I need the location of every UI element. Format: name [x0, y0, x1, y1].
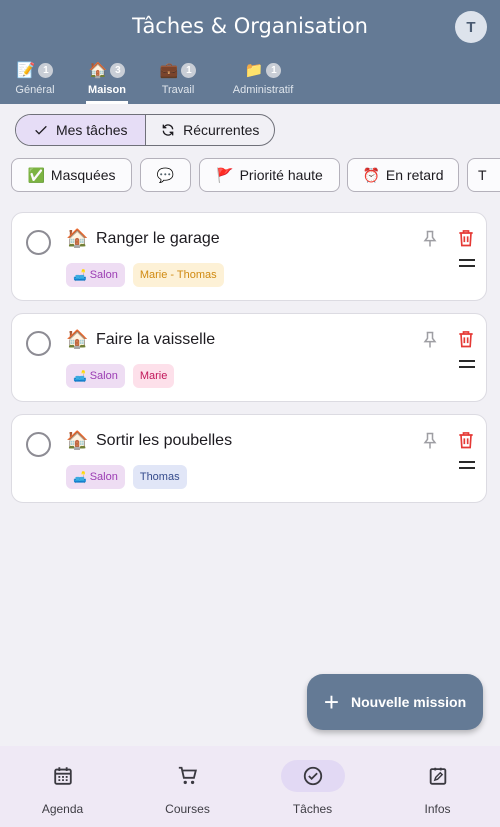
tab-label: Administratif [232, 84, 294, 96]
assignee-tag: Thomas [132, 465, 187, 489]
check-circle-icon [303, 766, 322, 786]
fab-label: Nouvelle mission [351, 694, 467, 710]
couch-icon: 🛋️ [73, 471, 87, 484]
task-view-toggle: Mes tâches Récurrentes [15, 114, 275, 146]
recurrentes-segment[interactable]: Récurrentes [144, 115, 275, 145]
nav-label: Courses [165, 802, 210, 816]
task-card[interactable]: 🏠 Faire la vaisselle 🛋️ Salon Marie [11, 313, 487, 402]
pin-icon[interactable] [420, 431, 440, 451]
repeat-icon [162, 124, 174, 136]
filter-en-retard[interactable]: ⏰ En retard [347, 158, 459, 192]
drag-handle-icon[interactable] [459, 461, 475, 469]
task-title: Faire la vaisselle [96, 331, 216, 348]
nav-label: Agenda [41, 802, 84, 816]
folder-icon: 📁 [244, 61, 264, 79]
assignee-tag: Marie - Thomas [132, 263, 224, 287]
room-label: Salon [89, 269, 118, 281]
room-label: Salon [89, 370, 118, 382]
app-header: Tâches & Organisation T 📝 1 Général 🏠 3 … [0, 0, 500, 104]
task-tags: 🛋️ Salon Marie [66, 364, 175, 388]
tab-label: Général [15, 84, 55, 96]
task-tags: 🛋️ Salon Marie - Thomas [66, 263, 224, 287]
nav-icon-container [156, 760, 220, 792]
house-icon: 🏠 [66, 228, 89, 248]
count-badge: 1 [181, 62, 197, 78]
couch-icon: 🛋️ [73, 370, 87, 383]
note-edit-icon [429, 767, 446, 785]
pin-icon[interactable] [420, 330, 440, 350]
assignee-tag: Marie [132, 364, 175, 388]
filter-masquees[interactable]: ✅ Masquées [11, 158, 132, 192]
new-mission-button[interactable]: + Nouvelle mission [307, 674, 483, 730]
complete-checkbox[interactable] [26, 432, 51, 457]
nav-courses[interactable]: Courses [125, 746, 250, 827]
task-tags: 🛋️ Salon Thomas [66, 465, 187, 489]
tab-label: Travail [161, 84, 195, 96]
speech-bubble-icon: 💬 [156, 166, 175, 183]
check-mark-icon: ✅ [27, 166, 45, 183]
nav-label: Tâches [292, 802, 333, 816]
count-badge: 1 [38, 62, 54, 78]
count-badge: 1 [266, 62, 282, 78]
page-title: Tâches & Organisation [132, 14, 368, 38]
filter-more[interactable]: T [467, 158, 500, 192]
tab-travail[interactable]: 💼 1 Travail [157, 60, 199, 104]
mes-taches-segment[interactable]: Mes tâches [16, 115, 145, 145]
couch-icon: 🛋️ [73, 269, 87, 282]
check-icon [35, 125, 47, 135]
task-card[interactable]: 🏠 Sortir les poubelles 🛋️ Salon Thomas [11, 414, 487, 503]
trash-icon[interactable] [456, 228, 476, 248]
filter-comments[interactable]: 💬 [140, 158, 191, 192]
room-tag: 🛋️ Salon [66, 263, 125, 287]
room-tag: 🛋️ Salon [66, 364, 125, 388]
calendar-icon [53, 767, 72, 785]
complete-checkbox[interactable] [26, 230, 51, 255]
pin-icon[interactable] [420, 229, 440, 249]
bottom-navigation: Agenda Courses Tâches Infos [0, 746, 500, 827]
alarm-clock-icon: ⏰ [362, 166, 380, 183]
count-badge: 3 [110, 62, 126, 78]
drag-handle-icon[interactable] [459, 360, 475, 368]
nav-infos[interactable]: Infos [375, 746, 500, 827]
chip-label: Masquées [50, 167, 116, 183]
drag-handle-icon[interactable] [459, 259, 475, 267]
segment-label: Récurrentes [183, 122, 260, 138]
cart-icon [178, 766, 197, 785]
tab-active-indicator [86, 101, 128, 104]
red-flag-icon: 🚩 [216, 166, 234, 183]
filter-chips: ✅ Masquées 💬 🚩 Priorité haute ⏰ En retar… [11, 158, 500, 192]
task-card[interactable]: 🏠 Ranger le garage 🛋️ Salon Marie - Thoma… [11, 212, 487, 301]
task-title: Ranger le garage [96, 230, 220, 247]
memo-icon: 📝 [16, 61, 36, 79]
nav-icon-container [31, 760, 95, 792]
nav-label: Infos [424, 802, 451, 816]
house-icon: 🏠 [66, 430, 89, 450]
chip-label: En retard [385, 167, 444, 183]
task-title: Sortir les poubelles [96, 432, 233, 449]
segment-label: Mes tâches [55, 122, 128, 138]
nav-agenda[interactable]: Agenda [0, 746, 125, 827]
complete-checkbox[interactable] [26, 331, 51, 356]
nav-icon-container [406, 760, 470, 792]
tab-administratif[interactable]: 📁 1 Administratif [228, 60, 298, 104]
briefcase-icon: 💼 [159, 61, 179, 79]
filter-priorite-haute[interactable]: 🚩 Priorité haute [199, 158, 340, 192]
tab-label: Maison [88, 84, 126, 96]
nav-icon-container [280, 760, 345, 792]
house-icon: 🏠 [66, 329, 89, 349]
plus-icon: + [323, 687, 340, 717]
chip-label: Priorité haute [239, 167, 323, 183]
nav-taches[interactable]: Tâches [250, 746, 375, 827]
chip-label: T [478, 167, 487, 183]
tab-maison[interactable]: 🏠 3 Maison [86, 60, 128, 104]
house-icon: 🏠 [88, 61, 108, 79]
tab-general[interactable]: 📝 1 Général [14, 60, 56, 104]
avatar[interactable]: T [455, 11, 487, 43]
trash-icon[interactable] [456, 329, 476, 349]
trash-icon[interactable] [456, 430, 476, 450]
room-label: Salon [89, 471, 118, 483]
room-tag: 🛋️ Salon [66, 465, 125, 489]
